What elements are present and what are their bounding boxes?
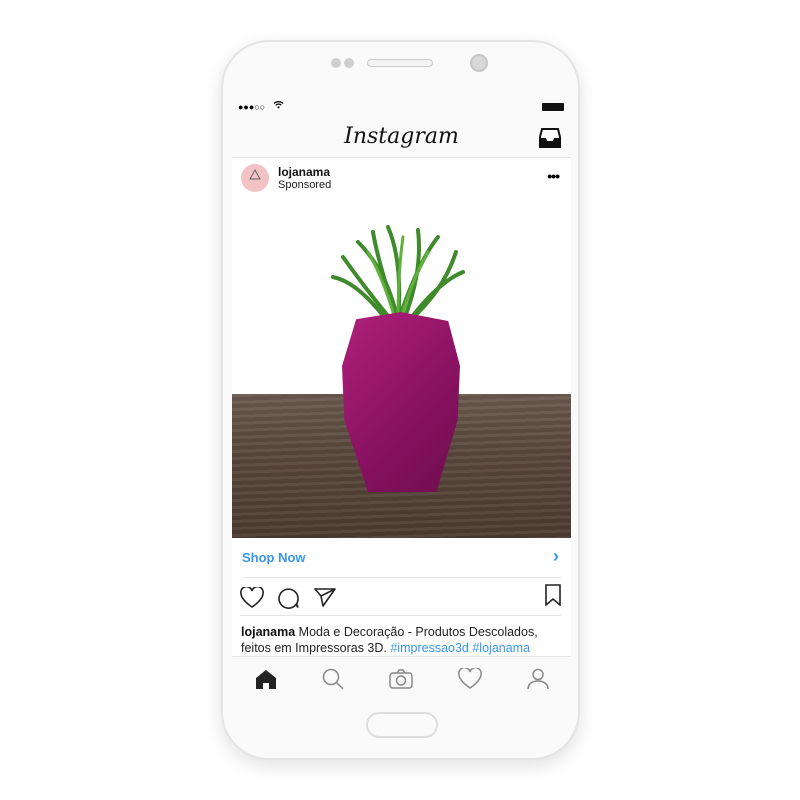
more-options-icon[interactable]: ••• <box>547 168 560 184</box>
sponsored-label: Sponsored <box>278 179 332 191</box>
hashtag[interactable]: #impressao3d <box>390 641 469 655</box>
front-sensor <box>344 58 354 68</box>
battery-icon <box>542 103 564 111</box>
heart-icon[interactable] <box>240 587 264 608</box>
post-username[interactable]: lojanama <box>278 165 330 179</box>
chevron-right-icon: › <box>553 546 559 566</box>
plant-leaves <box>331 225 465 322</box>
bottom-tab-bar <box>232 656 571 700</box>
top-bar: Instagram <box>232 120 571 158</box>
caption-username[interactable]: lojanama <box>241 625 295 639</box>
share-icon[interactable] <box>314 587 336 607</box>
home-icon[interactable] <box>255 669 277 689</box>
signal-indicator: ●●●○○ <box>238 102 266 112</box>
screen: ●●●○○ Instagram lojanama Sponsored ••• S… <box>232 96 571 700</box>
skull-planter <box>342 312 460 492</box>
hashtag[interactable]: #lojanama <box>472 641 530 655</box>
post-actions <box>240 578 561 616</box>
speaker <box>367 59 433 67</box>
comment-icon[interactable] <box>278 587 300 609</box>
profile-icon[interactable] <box>526 668 549 690</box>
post-caption: lojanama Moda e Decoração - Produtos Des… <box>241 624 563 656</box>
post-header: lojanama Sponsored ••• <box>232 158 571 198</box>
post-image[interactable] <box>232 198 571 538</box>
bookmark-icon[interactable] <box>545 584 561 606</box>
instagram-logo: Instagram <box>344 124 459 149</box>
wifi-icon <box>273 100 284 109</box>
search-icon[interactable] <box>322 668 344 690</box>
status-bar: ●●●○○ <box>232 96 571 120</box>
camera-icon[interactable] <box>388 668 413 689</box>
proximity-sensor <box>470 54 488 72</box>
activity-heart-icon[interactable] <box>457 668 482 689</box>
home-button[interactable] <box>366 712 438 738</box>
avatar[interactable] <box>241 164 269 192</box>
front-camera <box>331 58 341 68</box>
inbox-icon[interactable] <box>539 128 561 148</box>
shop-now-label: Shop Now <box>242 550 306 565</box>
shop-now-button[interactable]: Shop Now › <box>242 538 561 578</box>
